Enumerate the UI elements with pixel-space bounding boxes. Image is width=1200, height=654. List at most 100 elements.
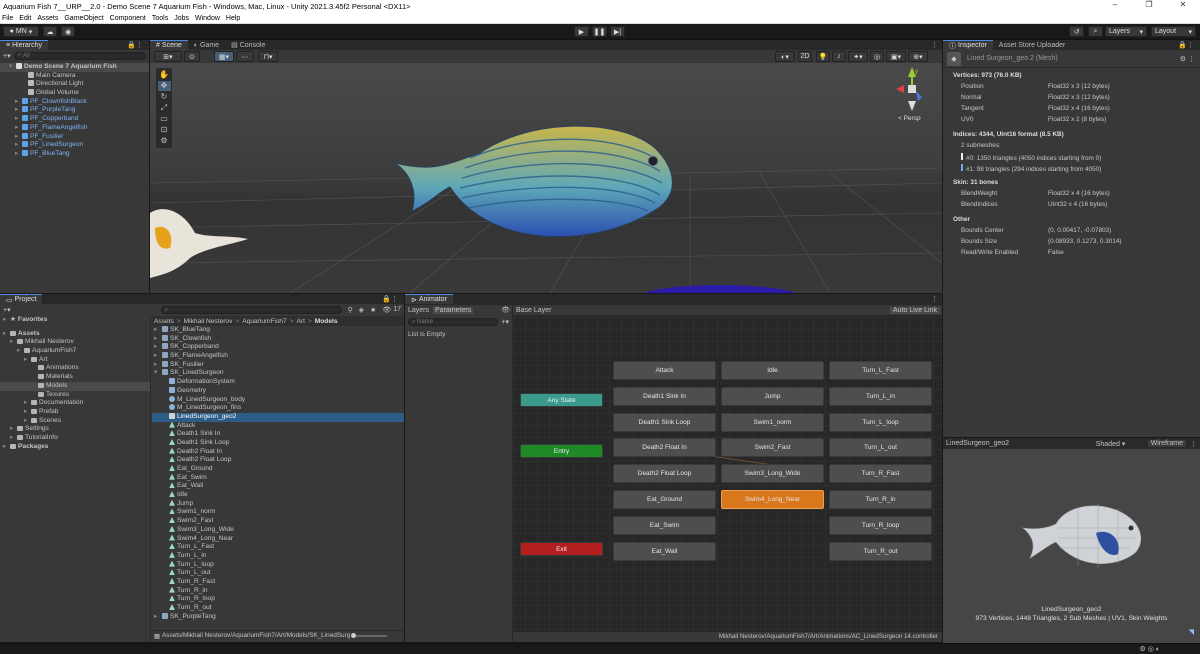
project-folder-item[interactable]: ▸ Scenes	[0, 417, 150, 426]
foldout-arrow-icon[interactable]: ▸	[10, 434, 13, 443]
animator-state[interactable]: Turn_L_in	[829, 386, 932, 406]
lighting-toggle[interactable]: 💡	[816, 51, 830, 62]
tab-game[interactable]: ◐ Game	[188, 40, 225, 50]
project-file-item[interactable]: Turn_R_loop	[152, 595, 404, 604]
tab-asset-store-uploader[interactable]: Asset Store Uploader	[993, 40, 1072, 50]
mode-2d-button[interactable]: 2D	[798, 51, 812, 62]
minimize-icon[interactable]: –	[1098, 0, 1132, 13]
project-folder-item[interactable]: ▸ Settings	[0, 425, 150, 434]
draw-mode-dropdown[interactable]: ◐▾	[775, 51, 795, 62]
animator-state[interactable]: Swim3_Long_Wide	[721, 464, 824, 484]
rotate-tool-icon[interactable]: ↻	[158, 92, 171, 102]
project-folder-item[interactable]: ▸ Mikhail Nesterov	[0, 338, 150, 347]
panel-menu-icon[interactable]: 🔒⋮	[382, 295, 398, 303]
hierarchy-item[interactable]: ▸ PF_PurpleTang	[0, 106, 149, 115]
tab-inspector[interactable]: ⓘ Inspector	[943, 40, 993, 50]
custom-tool-icon[interactable]: ⚙	[158, 136, 171, 146]
wireframe-toggle[interactable]: Wireframe	[1147, 440, 1186, 447]
gizmos-dropdown[interactable]: ⊕▾	[908, 51, 928, 62]
eye-icon[interactable]: 👁	[501, 306, 510, 314]
orientation-gizmo[interactable]: y	[888, 65, 938, 115]
project-file-item[interactable]: Turn_L_out	[152, 569, 404, 578]
project-folder-item[interactable]: ▸ Prefab	[0, 408, 150, 417]
animator-state[interactable]: Turn_R_out	[829, 541, 932, 561]
hierarchy-item[interactable]: ▸ PF_FlameAngelfish	[0, 123, 149, 133]
foldout-arrow-icon[interactable]: ▸	[15, 141, 18, 150]
animator-state[interactable]: Swim2_Fast	[721, 438, 824, 458]
menu-tools[interactable]: Tools	[152, 15, 168, 22]
project-file-item[interactable]: Death1 Sink Loop	[152, 438, 404, 448]
project-file-item[interactable]: Death1 Sink In	[152, 430, 404, 439]
transform-tool-icon[interactable]: ⊡	[158, 125, 171, 135]
parameter-search-input[interactable]: ⌕ Name	[408, 317, 499, 326]
foldout-arrow-icon[interactable]: ▸	[24, 417, 27, 426]
foldout-arrow-icon[interactable]: ▾	[154, 369, 157, 378]
cloud-button[interactable]: ☁	[43, 26, 57, 37]
project-file-item[interactable]: ▸ SK_BlueTang	[152, 326, 404, 335]
menu-help[interactable]: Help	[226, 15, 240, 22]
hierarchy-item[interactable]: ▸ PF_Fusilier	[0, 132, 149, 142]
foldout-arrow-icon[interactable]: ▸	[15, 133, 18, 142]
camera-dropdown[interactable]: ▣▾	[886, 51, 906, 62]
hierarchy-item[interactable]: ▾ Demo Scene 7 Aquarium Fish	[0, 63, 149, 72]
foldout-arrow-icon[interactable]: ▸	[15, 106, 18, 115]
project-file-item[interactable]: Turn_L_loop	[152, 560, 404, 570]
project-file-item[interactable]: Swim2_Fast	[152, 517, 404, 526]
project-folder-item[interactable]: ▸ Art	[0, 356, 150, 365]
tab-project[interactable]: ▭ Project	[0, 294, 43, 304]
project-file-item[interactable]: Swim3_Long_Wide	[152, 525, 404, 535]
tab-layers[interactable]: Layers	[408, 307, 429, 314]
pivot-button[interactable]: ⊙	[184, 51, 200, 62]
foldout-arrow-icon[interactable]: ▸	[15, 98, 18, 107]
panel-menu-icon[interactable]: ⋮	[931, 295, 938, 303]
audio-toggle[interactable]: ♪	[832, 51, 846, 62]
project-file-item[interactable]: ▾ SK_LinedSurgeon	[152, 369, 404, 378]
foldout-arrow-icon[interactable]: ▸	[24, 399, 27, 408]
snap-increment[interactable]: ⋯	[236, 51, 254, 62]
hierarchy-item[interactable]: Main Camera	[0, 71, 149, 81]
project-file-item[interactable]: ▸ SK_Fusilier	[152, 360, 404, 370]
slider-thumb[interactable]	[351, 632, 357, 638]
hierarchy-item[interactable]: ▸ PF_ClownfishBlack	[0, 97, 149, 107]
foldout-arrow-icon[interactable]: ▾	[9, 63, 12, 72]
foldout-arrow-icon[interactable]: ▸	[24, 408, 27, 417]
project-file-item[interactable]: M_LinedSurgeon_body	[152, 395, 404, 405]
step-button[interactable]: ▶|	[610, 26, 625, 37]
project-file-item[interactable]: Swim4_Long_Near	[152, 534, 404, 544]
project-file-item[interactable]: Eat_Swim	[152, 473, 404, 483]
project-file-item[interactable]: Eat_Wall	[152, 482, 404, 491]
animator-state[interactable]: Turn_R_in	[829, 490, 932, 509]
foldout-arrow-icon[interactable]: ▸	[154, 361, 157, 370]
hierarchy-item[interactable]: ▸ PF_BlueTang	[0, 149, 149, 159]
animator-state[interactable]: Attack	[613, 361, 716, 380]
inspector-options-icon[interactable]: ⚙ ⋮	[1180, 55, 1195, 63]
foldout-arrow-icon[interactable]: ▸	[154, 326, 157, 335]
foldout-arrow-icon[interactable]: ▸	[10, 425, 13, 434]
hierarchy-item[interactable]: ▸ PF_LinedSurgeon	[0, 141, 149, 150]
effects-dropdown[interactable]: ✦▾	[848, 51, 868, 62]
project-file-item[interactable]: Turn_L_Fast	[152, 543, 404, 552]
pause-button[interactable]: ❚❚	[592, 26, 607, 37]
foldout-arrow-icon[interactable]: ▸	[15, 124, 18, 133]
account-dropdown[interactable]: ● MN ▾	[3, 26, 39, 37]
project-folder-item[interactable]: Animations	[0, 364, 150, 373]
snap-settings[interactable]: ⊓▾	[258, 51, 278, 62]
play-button[interactable]: ▶	[574, 26, 589, 37]
project-file-item[interactable]: ▸ SK_FlameAngelfish	[152, 352, 404, 361]
tab-parameters[interactable]: Parameters	[433, 306, 474, 314]
animator-state[interactable]: Turn_L_loop	[829, 412, 932, 432]
state-any[interactable]: Any State	[520, 393, 603, 407]
animator-state[interactable]: Death1 Sink Loop	[613, 412, 716, 432]
project-file-item[interactable]: Attack	[152, 421, 404, 431]
animator-state[interactable]: Eat_Ground	[613, 490, 716, 509]
search-button[interactable]: ⌕	[1088, 26, 1103, 37]
animator-state[interactable]: Turn_L_Fast	[829, 361, 932, 380]
state-exit[interactable]: Exit	[520, 542, 603, 556]
scale-tool-icon[interactable]: ⤢	[158, 103, 171, 113]
hand-tool-icon[interactable]: ✋	[158, 70, 171, 80]
debug-icon[interactable]: ◥	[1189, 628, 1194, 636]
menu-edit[interactable]: Edit	[19, 15, 31, 22]
maximize-icon[interactable]: ❐	[1132, 0, 1166, 13]
project-file-item[interactable]: M_LinedSurgeon_fins	[152, 404, 404, 413]
hidden-objects-toggle[interactable]: ◎	[870, 51, 884, 62]
